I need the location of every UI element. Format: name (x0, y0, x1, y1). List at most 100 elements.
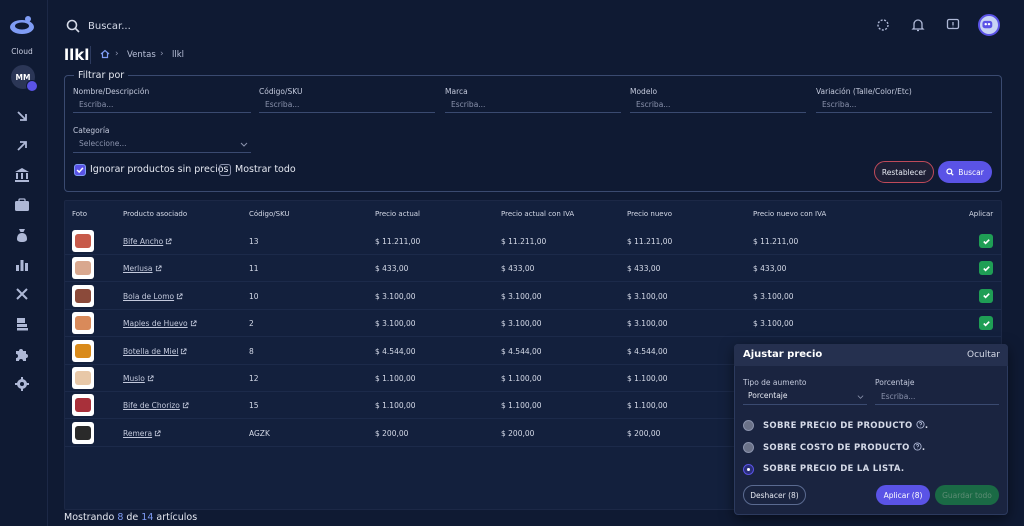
external-link-icon[interactable] (180, 348, 187, 355)
apply-checkbox[interactable] (979, 288, 993, 303)
arrow-down-right-icon[interactable] (14, 108, 30, 124)
reset-button[interactable]: Restablecer (874, 161, 934, 183)
cell-product[interactable]: Maples de Huevo (123, 319, 197, 328)
adjust-price-title: Ajustar precio (743, 349, 823, 360)
apply-checkbox[interactable] (979, 316, 993, 331)
increase-type-select[interactable]: Porcentaje (743, 389, 867, 405)
cell-product[interactable]: Remera (123, 429, 161, 438)
breadcrumb-ventas[interactable]: Ventas (127, 50, 156, 60)
filter-category-select[interactable]: Seleccione... (73, 137, 251, 153)
cell-product[interactable]: Bife Ancho (123, 237, 172, 246)
user-avatar[interactable] (978, 14, 1000, 36)
filter-name-input[interactable] (73, 97, 251, 113)
external-link-icon[interactable] (155, 265, 162, 272)
product-thumbnail[interactable] (72, 230, 94, 252)
tools-icon[interactable] (14, 286, 30, 302)
filter-variation-input[interactable] (816, 97, 992, 113)
chevron-down-icon (240, 140, 248, 148)
cell-price-iva: $ 1.100,00 (501, 401, 542, 411)
filter-model-input[interactable] (630, 97, 806, 113)
cell-price: $ 200,00 (375, 428, 409, 438)
bar-chart-icon[interactable] (14, 257, 30, 273)
search-icon (946, 168, 954, 176)
cell-product[interactable]: Botella de Miel (123, 347, 187, 356)
breadcrumb-separator: › (160, 49, 164, 59)
product-link[interactable]: Remera (123, 429, 152, 438)
filter-sku-input[interactable] (259, 97, 435, 113)
check-icon (982, 320, 990, 327)
search-button[interactable]: Buscar (938, 161, 992, 183)
external-link-icon[interactable] (154, 430, 161, 437)
home-icon[interactable] (100, 49, 110, 59)
cell-product[interactable]: Muslo (123, 374, 154, 383)
brand-logo[interactable] (9, 14, 35, 36)
chevron-down-icon (857, 393, 864, 400)
product-thumbnail[interactable] (72, 312, 94, 335)
help-icon[interactable] (913, 442, 922, 451)
apply-button[interactable]: Aplicar (8) (876, 485, 930, 505)
external-link-icon[interactable] (182, 402, 189, 409)
cell-sku: 10 (249, 291, 259, 301)
product-thumbnail[interactable] (72, 339, 94, 362)
bell-icon[interactable] (911, 18, 925, 32)
external-link-icon[interactable] (147, 375, 154, 382)
show-all-checkbox[interactable] (219, 164, 231, 176)
product-thumbnail[interactable] (72, 394, 94, 417)
global-search-input[interactable] (88, 16, 388, 36)
percentage-input[interactable] (875, 389, 999, 405)
cell-price: $ 4.544,00 (375, 346, 416, 356)
product-link[interactable]: Bola de Lomo (123, 292, 174, 301)
save-all-button[interactable]: Guardar todo (935, 485, 999, 505)
external-link-icon[interactable] (190, 320, 197, 327)
product-thumbnail[interactable] (72, 284, 94, 307)
apply-checkbox[interactable] (979, 261, 993, 276)
apply-checkbox[interactable] (979, 234, 993, 248)
product-link[interactable]: Bife Ancho (123, 237, 163, 246)
column-header-new-price-iva: Precio nuevo con IVA (753, 210, 827, 218)
cell-new-price-iva: $ 3.100,00 (753, 291, 794, 301)
cell-price-iva: $ 200,00 (501, 428, 535, 438)
puzzle-icon[interactable] (14, 346, 30, 362)
product-link[interactable]: Muslo (123, 374, 145, 383)
filter-category-label: Categoría (73, 126, 110, 135)
radio-product-cost[interactable] (743, 442, 754, 453)
product-image (75, 398, 91, 413)
cell-product[interactable]: Bola de Lomo (123, 292, 183, 301)
radio-list-price[interactable] (743, 464, 754, 475)
cell-price-iva: $ 433,00 (501, 264, 535, 274)
chat-alert-icon[interactable] (946, 18, 960, 32)
external-link-icon[interactable] (165, 238, 172, 245)
product-thumbnail[interactable] (72, 257, 94, 280)
cell-product[interactable]: Bife de Chorizo (123, 401, 189, 410)
help-icon[interactable] (916, 420, 925, 429)
loading-icon[interactable] (876, 18, 890, 32)
stack-icon[interactable] (14, 316, 30, 332)
product-link[interactable]: Bife de Chorizo (123, 401, 180, 410)
product-thumbnail[interactable] (72, 367, 94, 389)
cell-price-iva: $ 3.100,00 (501, 291, 542, 301)
arrow-up-right-icon[interactable] (14, 138, 30, 154)
product-image (75, 343, 91, 358)
results-prefix: Mostrando (64, 512, 115, 523)
filter-model-label: Modelo (630, 87, 658, 96)
product-image (75, 234, 91, 248)
radio-product-price[interactable] (743, 420, 754, 431)
cell-product[interactable]: Merlusa (123, 264, 162, 273)
hide-panel-button[interactable]: Ocultar (967, 350, 1000, 360)
undo-button[interactable]: Deshacer (8) (743, 485, 806, 505)
user-avatar-sidebar[interactable]: MM (11, 65, 38, 92)
product-thumbnail[interactable] (72, 421, 94, 444)
money-bag-icon[interactable] (14, 227, 30, 243)
ignore-no-price-checkbox[interactable] (74, 164, 86, 176)
cell-sku: 11 (249, 264, 259, 274)
product-link[interactable]: Merlusa (123, 264, 153, 273)
gear-icon[interactable] (14, 376, 30, 392)
cell-price-iva: $ 4.544,00 (501, 346, 542, 356)
external-link-icon[interactable] (176, 293, 183, 300)
product-link[interactable]: Maples de Huevo (123, 319, 188, 328)
bank-icon[interactable] (14, 167, 30, 183)
product-link[interactable]: Botella de Miel (123, 347, 178, 356)
briefcase-icon[interactable] (14, 197, 30, 213)
search-icon[interactable] (66, 19, 80, 33)
filter-brand-input[interactable] (445, 97, 621, 113)
